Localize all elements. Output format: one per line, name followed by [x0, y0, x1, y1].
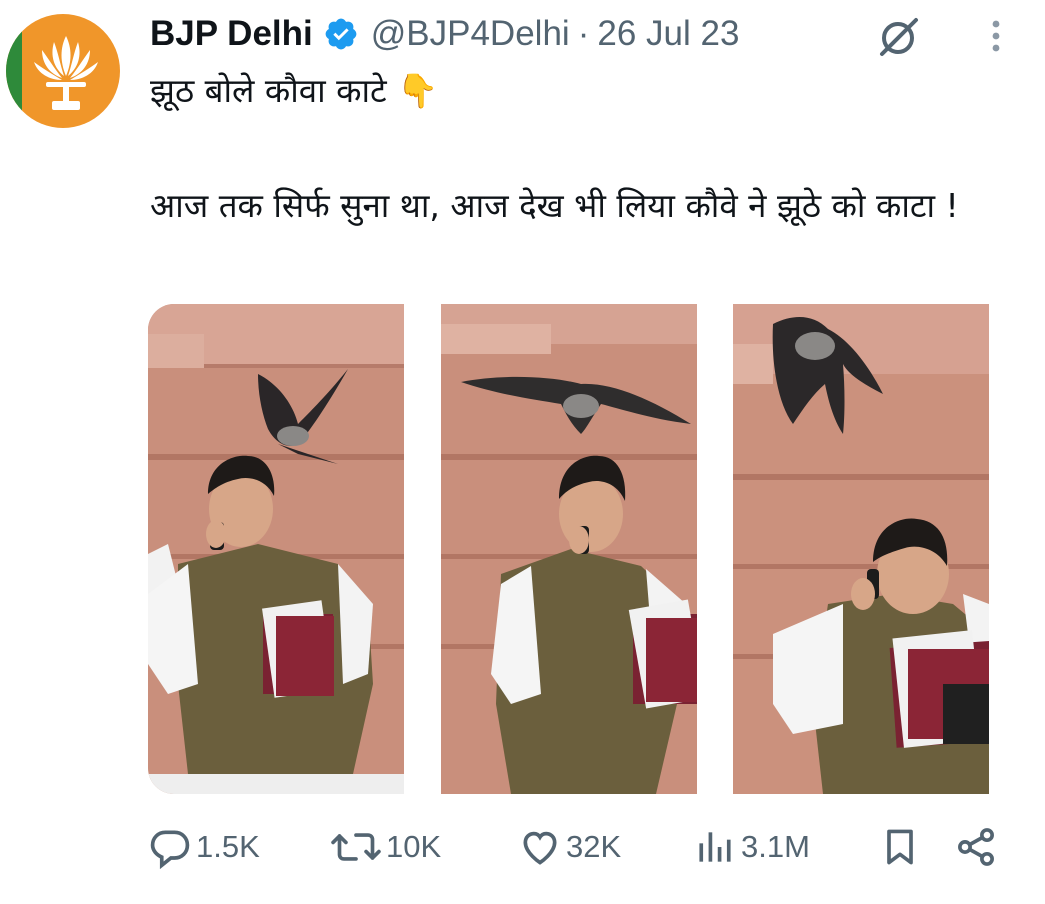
media-image-1[interactable]: [148, 304, 435, 794]
tweet-text-line1: झूठ बोले कौवा काटे 👇: [150, 71, 439, 110]
lotus-logo-icon: [34, 36, 98, 110]
repost-icon: [331, 833, 381, 861]
share-button[interactable]: [954, 820, 1002, 874]
reply-button[interactable]: 1.5K: [148, 820, 260, 874]
tweet-header: BJP Delhi @BJP4Delhi · 26 Jul 23: [150, 10, 739, 58]
tweet-media[interactable]: [148, 304, 1020, 794]
more-icon[interactable]: [984, 14, 1008, 58]
views-icon: [699, 832, 731, 862]
action-bar: 1.5K 10K 32K 3.1M: [148, 820, 1018, 874]
share-icon: [958, 828, 994, 866]
repost-button[interactable]: 10K: [330, 820, 441, 874]
separator-dot: ·: [577, 14, 590, 53]
verified-badge-icon: [325, 18, 357, 50]
post-date[interactable]: 26 Jul 23: [597, 14, 739, 54]
grok-icon[interactable]: [876, 14, 920, 58]
repost-count: 10K: [386, 829, 442, 864]
views-count: 3.1M: [741, 829, 810, 864]
media-image-2[interactable]: [440, 304, 728, 794]
reply-count: 1.5K: [196, 829, 260, 864]
bookmark-icon: [887, 829, 913, 865]
like-count: 32K: [566, 829, 622, 864]
display-name[interactable]: BJP Delhi: [150, 14, 313, 54]
media-image-3[interactable]: [733, 304, 1020, 794]
like-button[interactable]: 32K: [518, 820, 621, 874]
reply-icon: [150, 830, 190, 869]
avatar-flag-strip: [6, 14, 22, 128]
views-button[interactable]: 3.1M: [693, 820, 810, 874]
avatar[interactable]: [6, 14, 120, 128]
bookmark-button[interactable]: [878, 820, 926, 874]
like-icon: [523, 831, 557, 865]
tweet-text-line2: आज तक सिर्फ सुना था, आज देख भी लिया कौवे…: [150, 186, 959, 225]
handle[interactable]: @BJP4Delhi: [371, 14, 570, 54]
